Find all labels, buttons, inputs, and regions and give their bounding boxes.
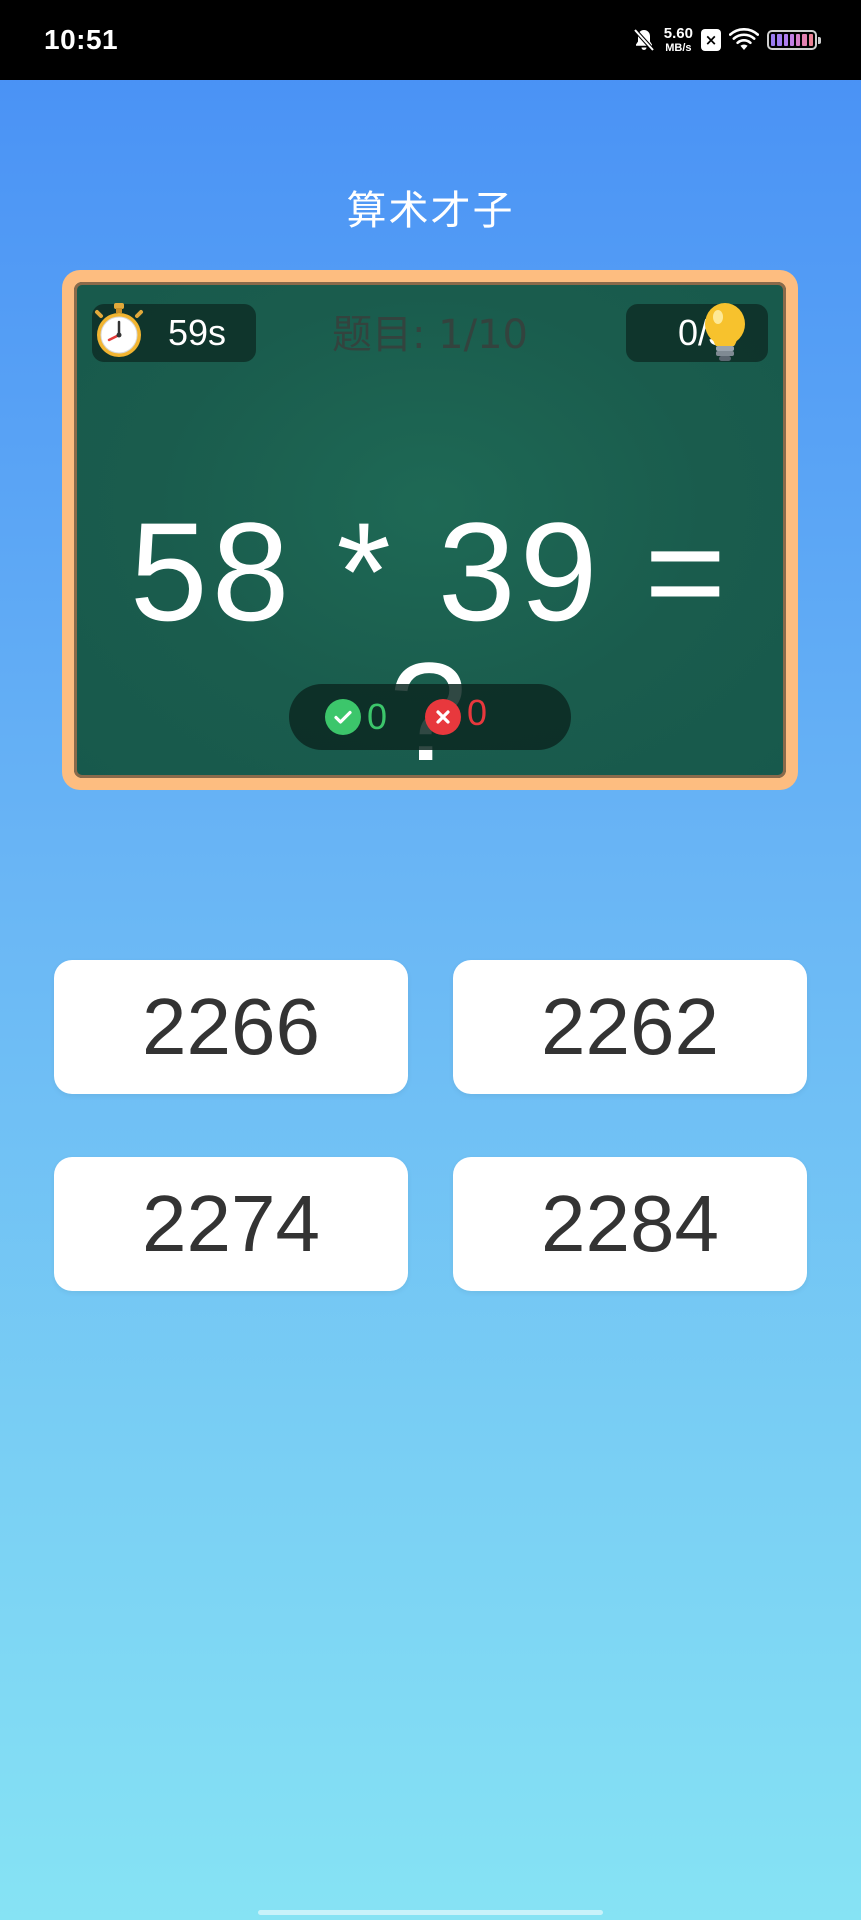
correct-count: 0 (367, 696, 388, 737)
network-speed-unit: MB/s (665, 42, 692, 54)
network-speed: 5.60 MB/s (664, 26, 693, 54)
status-time: 10:51 (44, 24, 119, 55)
score-pill: 0 0 (289, 684, 571, 750)
lightbulb-icon[interactable] (700, 302, 750, 364)
battery-icon (767, 30, 821, 50)
status-icons: 5.60 MB/s × (632, 26, 821, 54)
mute-bell-icon (633, 28, 655, 52)
answer-option-2[interactable]: 2262 (453, 960, 807, 1094)
answer-option-4[interactable]: 2284 (453, 1157, 807, 1291)
wrong-x-icon (425, 699, 462, 735)
blackboard-frame: 59s 题目: 1/10 0/5 58 * 39 = ? (62, 270, 798, 790)
app-title: 算术才子 (346, 188, 515, 234)
home-indicator[interactable] (258, 1910, 603, 1915)
status-bar: 10:51 5.60 MB/s × (0, 0, 861, 80)
sim-x-icon: × (701, 29, 721, 51)
wrong-count: 0 (467, 692, 488, 733)
answer-option-3[interactable]: 2274 (54, 1157, 408, 1291)
wifi-icon (729, 28, 759, 50)
blackboard: 59s 题目: 1/10 0/5 58 * 39 = ? (74, 282, 786, 778)
answer-option-1[interactable]: 2266 (54, 960, 408, 1094)
correct-check-icon (325, 699, 361, 735)
network-speed-value: 5.60 (663, 25, 693, 42)
